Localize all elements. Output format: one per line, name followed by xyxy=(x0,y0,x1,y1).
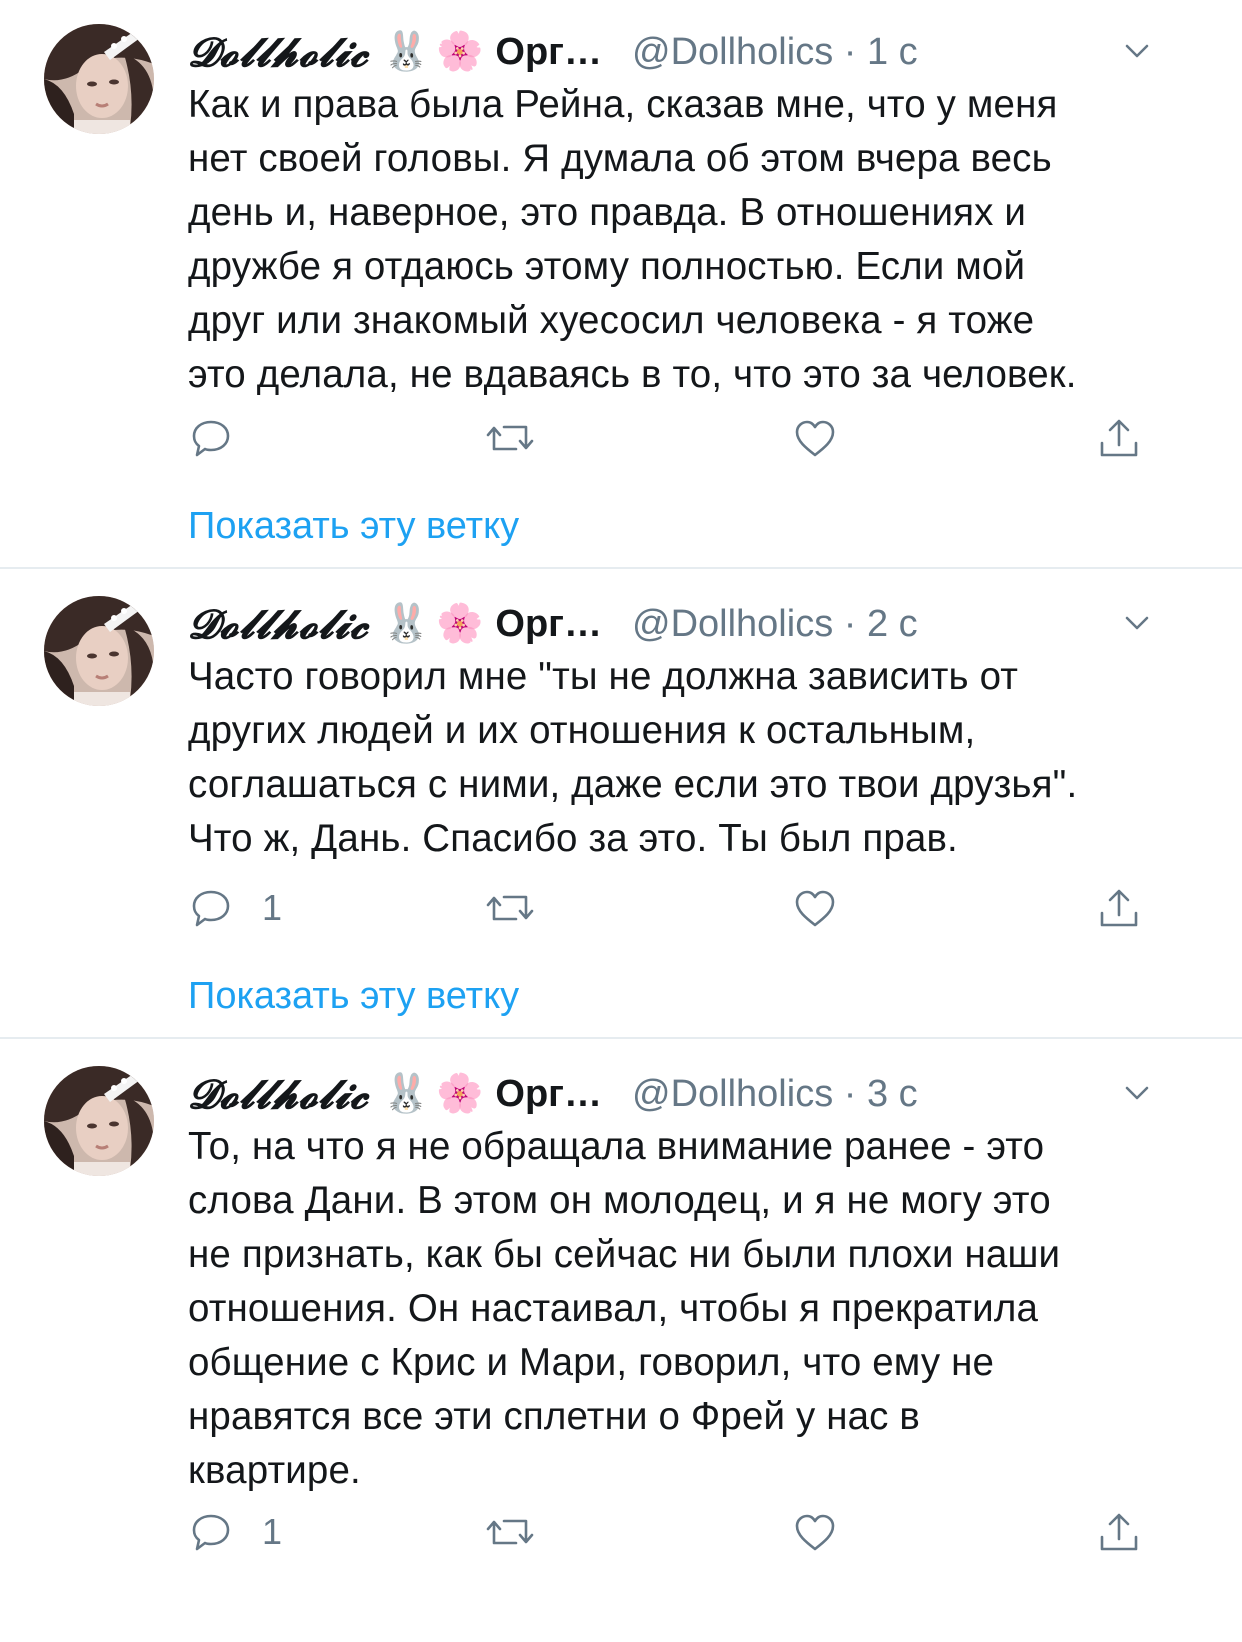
rabbit-emoji-icon: 🐰 xyxy=(382,1073,431,1115)
tweet-actions: 1 xyxy=(188,878,1198,938)
share-icon xyxy=(1100,889,1138,927)
heart-icon xyxy=(795,1514,835,1551)
reply-button[interactable] xyxy=(188,408,262,468)
chevron-down-icon[interactable] xyxy=(1122,1078,1152,1113)
retweet-icon xyxy=(486,1519,534,1545)
heart-icon xyxy=(795,890,835,927)
reply-icon xyxy=(192,890,230,927)
cherry-blossom-emoji-icon: 🌸 xyxy=(436,1073,484,1115)
retweet-button[interactable] xyxy=(484,1502,536,1562)
show-thread-link[interactable]: Показать эту ветку xyxy=(188,975,519,1018)
display-name-truncated[interactable]: Орг… xyxy=(495,1073,602,1116)
share-button[interactable] xyxy=(1096,878,1142,938)
tweet-text: Как и права была Рейна, сказав мне, что … xyxy=(188,83,1077,396)
display-name[interactable]: 𝓓𝓸𝓵𝓵𝓱𝓸𝓵𝓲𝓬 xyxy=(188,601,369,648)
tweet-text: Часто говорил мне "ты не должна зависить… xyxy=(188,655,1078,860)
reply-icon xyxy=(192,420,230,457)
tweet-header: 𝓓𝓸𝓵𝓵𝓱𝓸𝓵𝓲𝓬 🐰 🌸 Орг… @Dollholics · 1 с xyxy=(188,22,1202,82)
reply-count: 1 xyxy=(262,887,283,928)
display-name[interactable]: 𝓓𝓸𝓵𝓵𝓱𝓸𝓵𝓲𝓬 xyxy=(188,29,369,76)
display-name-truncated[interactable]: Орг… xyxy=(495,603,602,646)
chevron-down-icon[interactable] xyxy=(1122,608,1152,643)
share-icon xyxy=(1100,419,1138,457)
retweet-button[interactable] xyxy=(484,408,536,468)
show-thread-link[interactable]: Показать эту ветку xyxy=(188,505,519,548)
tweet-actions: 1 xyxy=(188,1502,1198,1562)
cherry-blossom-emoji-icon: 🌸 xyxy=(436,31,484,73)
avatar[interactable] xyxy=(44,1066,154,1176)
tweet-header: 𝓓𝓸𝓵𝓵𝓱𝓸𝓵𝓲𝓬 🐰 🌸 Орг… @Dollholics · 3 с xyxy=(188,1064,1202,1124)
handle-and-time: @Dollholics · 2 с xyxy=(632,602,918,645)
tweet-actions xyxy=(188,408,1198,468)
share-button[interactable] xyxy=(1096,408,1142,468)
display-name[interactable]: 𝓓𝓸𝓵𝓵𝓱𝓸𝓵𝓲𝓬 xyxy=(188,1071,369,1118)
divider xyxy=(0,567,1242,569)
share-icon xyxy=(1100,1513,1138,1551)
rabbit-emoji-icon: 🐰 xyxy=(382,603,431,645)
chevron-down-icon[interactable] xyxy=(1122,36,1152,71)
rabbit-emoji-icon: 🐰 xyxy=(382,31,431,73)
like-button[interactable] xyxy=(792,408,838,468)
reply-count: 1 xyxy=(262,1511,283,1552)
avatar[interactable] xyxy=(44,596,154,706)
avatar[interactable] xyxy=(44,24,154,134)
share-button[interactable] xyxy=(1096,1502,1142,1562)
cherry-blossom-emoji-icon: 🌸 xyxy=(436,603,484,645)
like-button[interactable] xyxy=(792,1502,838,1562)
reply-button[interactable]: 1 xyxy=(188,878,282,938)
tweet-header: 𝓓𝓸𝓵𝓵𝓱𝓸𝓵𝓲𝓬 🐰 🌸 Орг… @Dollholics · 2 с xyxy=(188,594,1202,654)
tweet-text: То, на что я не обращала внимание ранее … xyxy=(188,1125,1061,1492)
heart-icon xyxy=(795,420,835,457)
reply-icon xyxy=(192,1514,230,1551)
reply-button[interactable]: 1 xyxy=(188,1502,282,1562)
retweet-button[interactable] xyxy=(484,878,536,938)
handle-and-time: @Dollholics · 3 с xyxy=(632,1072,918,1115)
retweet-icon xyxy=(486,895,534,921)
like-button[interactable] xyxy=(792,878,838,938)
handle-and-time: @Dollholics · 1 с xyxy=(632,30,918,73)
display-name-truncated[interactable]: Орг… xyxy=(495,31,602,74)
retweet-icon xyxy=(486,425,534,451)
divider xyxy=(0,1037,1242,1039)
